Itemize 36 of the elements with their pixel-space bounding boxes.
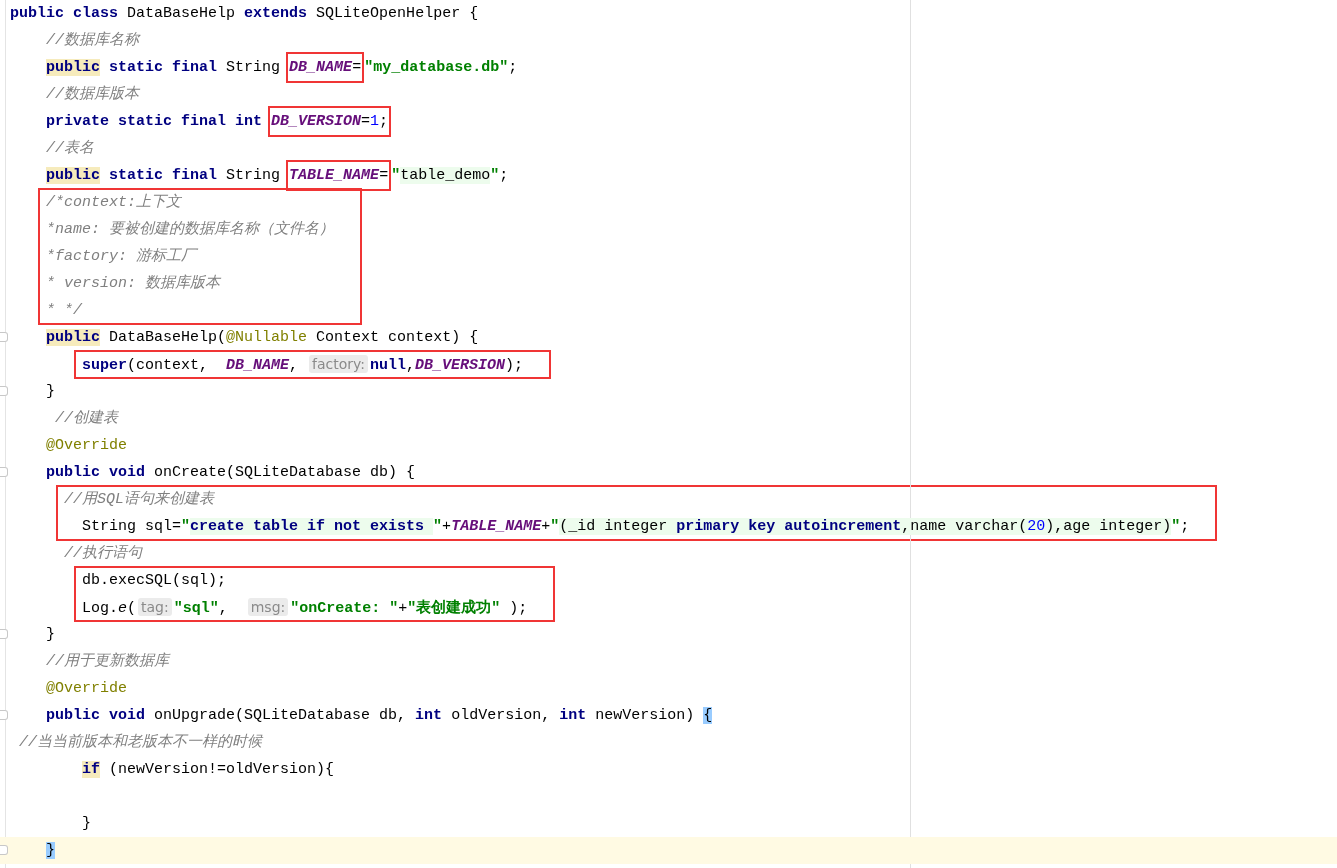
code-line: @Override bbox=[45, 436, 128, 456]
code-line: //用于更新数据库 bbox=[45, 651, 170, 672]
code-line: //当当前版本和老版本不一样的时候 bbox=[18, 732, 263, 753]
fold-icon[interactable] bbox=[0, 467, 8, 477]
code-line: public class DataBaseHelp extends SQLiteOpenHelper { bbox=[10, 4, 479, 24]
code-line: super(context, DB_NAME, factory: null,DB_VERSION); bbox=[82, 354, 524, 376]
fold-icon[interactable] bbox=[0, 386, 8, 396]
code-line: * */ bbox=[46, 301, 82, 321]
fold-icon[interactable] bbox=[0, 629, 8, 639]
code-line: } bbox=[81, 814, 92, 834]
code-line: //表名 bbox=[45, 138, 95, 159]
code-line: //创建表 bbox=[54, 408, 119, 429]
fold-icon[interactable] bbox=[0, 845, 8, 855]
code-line: public void onUpgrade(SQLiteDatabase db, int oldVersion, int newVersion) { bbox=[45, 706, 713, 726]
code-line: if (newVersion!=oldVersion){ bbox=[81, 760, 335, 780]
code-line: public static final String TABLE_NAME= "table_demo"; bbox=[10, 162, 509, 189]
code-line: public DataBaseHelp(@Nullable Context context) { bbox=[45, 328, 479, 348]
fold-icon[interactable] bbox=[0, 332, 8, 342]
code-line: //用SQL语句来创建表 bbox=[64, 489, 214, 510]
code-line: //执行语句 bbox=[63, 543, 143, 564]
code-line: //数据库名称 bbox=[45, 30, 140, 51]
code-line: *name: 要被创建的数据库名称（文件名） bbox=[46, 219, 334, 240]
code-line: *factory: 游标工厂 bbox=[46, 247, 196, 267]
code-line: * version: 数据库版本 bbox=[46, 273, 220, 294]
code-line: //数据库版本 bbox=[45, 84, 140, 105]
code-line: db.execSQL(sql); bbox=[82, 571, 226, 591]
code-line: @Override bbox=[45, 679, 128, 699]
code-line: } bbox=[45, 625, 56, 645]
code-line: String sql="create table if not exists "+TABLE_NAME+"(_id integer primary key autoincrement,name varchar(20),age integer)"; bbox=[81, 517, 1190, 537]
code-line: } bbox=[45, 382, 56, 402]
code-line: Log.e( tag: "sql", msg: "onCreate: "+"表创建成功" ); bbox=[82, 597, 528, 619]
fold-icon[interactable] bbox=[0, 710, 8, 720]
code-line: public static final String DB_NAME= "my_database.db"; bbox=[10, 54, 518, 81]
code-line: public void onCreate(SQLiteDatabase db) { bbox=[45, 463, 416, 483]
code-line: private static final int DB_VERSION=1; bbox=[10, 108, 392, 135]
code-line: /*context:上下文 bbox=[46, 192, 181, 213]
